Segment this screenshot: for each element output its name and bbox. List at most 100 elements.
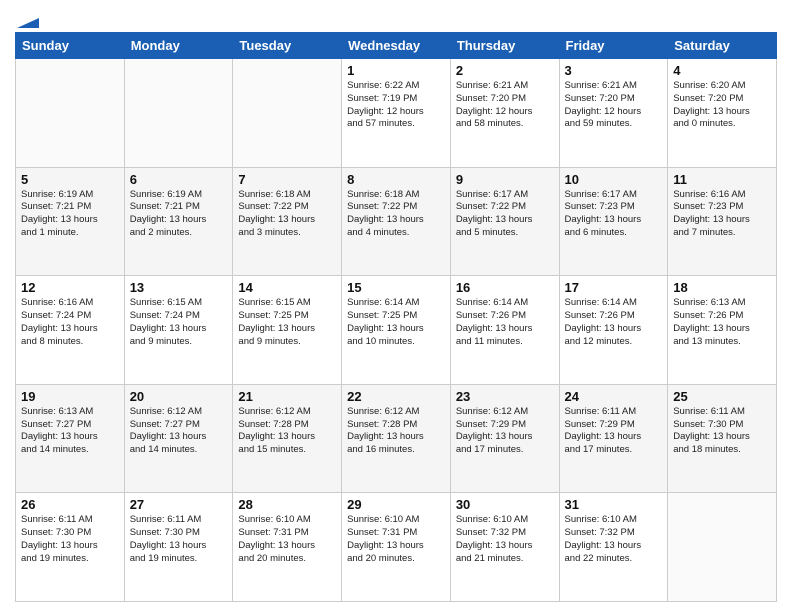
calendar-cell: 4 Sunrise: 6:20 AMSunset: 7:20 PMDaylight… [668,59,777,168]
calendar-cell [233,59,342,168]
calendar-cell: 8 Sunrise: 6:18 AMSunset: 7:22 PMDaylight… [342,167,451,276]
calendar-cell: 12 Sunrise: 6:16 AMSunset: 7:24 PMDayligh… [16,276,125,385]
calendar-cell: 16 Sunrise: 6:14 AMSunset: 7:26 PMDayligh… [450,276,559,385]
calendar-cell: 20 Sunrise: 6:12 AMSunset: 7:27 PMDayligh… [124,384,233,493]
day-number: 1 [347,63,445,78]
calendar-header-saturday: Saturday [668,33,777,59]
day-info: Sunrise: 6:14 AMSunset: 7:26 PMDaylight:… [456,297,554,348]
day-number: 8 [347,172,445,187]
calendar-cell: 26 Sunrise: 6:11 AMSunset: 7:30 PMDayligh… [16,493,125,602]
day-info: Sunrise: 6:12 AMSunset: 7:28 PMDaylight:… [347,406,445,457]
day-number: 18 [673,280,771,295]
day-info: Sunrise: 6:12 AMSunset: 7:27 PMDaylight:… [130,406,228,457]
day-info: Sunrise: 6:14 AMSunset: 7:26 PMDaylight:… [565,297,663,348]
calendar-header-sunday: Sunday [16,33,125,59]
calendar-cell: 9 Sunrise: 6:17 AMSunset: 7:22 PMDaylight… [450,167,559,276]
day-number: 29 [347,497,445,512]
day-number: 10 [565,172,663,187]
calendar-week-5: 26 Sunrise: 6:11 AMSunset: 7:30 PMDayligh… [16,493,777,602]
day-info: Sunrise: 6:11 AMSunset: 7:29 PMDaylight:… [565,406,663,457]
calendar-table: SundayMondayTuesdayWednesdayThursdayFrid… [15,32,777,602]
logo [15,10,39,24]
day-number: 4 [673,63,771,78]
day-info: Sunrise: 6:13 AMSunset: 7:27 PMDaylight:… [21,406,119,457]
day-info: Sunrise: 6:16 AMSunset: 7:24 PMDaylight:… [21,297,119,348]
day-number: 17 [565,280,663,295]
day-number: 2 [456,63,554,78]
calendar-week-1: 1 Sunrise: 6:22 AMSunset: 7:19 PMDaylight… [16,59,777,168]
calendar-cell: 2 Sunrise: 6:21 AMSunset: 7:20 PMDaylight… [450,59,559,168]
calendar-cell: 14 Sunrise: 6:15 AMSunset: 7:25 PMDayligh… [233,276,342,385]
calendar-cell: 27 Sunrise: 6:11 AMSunset: 7:30 PMDayligh… [124,493,233,602]
calendar-week-4: 19Sunrise: 6:13 AMSunset: 7:27 PMDayligh… [16,384,777,493]
calendar-cell: 25 Sunrise: 6:11 AMSunset: 7:30 PMDayligh… [668,384,777,493]
day-number: 13 [130,280,228,295]
calendar-cell: 7 Sunrise: 6:18 AMSunset: 7:22 PMDaylight… [233,167,342,276]
day-number: 23 [456,389,554,404]
day-number: 27 [130,497,228,512]
day-info: Sunrise: 6:17 AMSunset: 7:22 PMDaylight:… [456,189,554,240]
calendar-cell: 22 Sunrise: 6:12 AMSunset: 7:28 PMDayligh… [342,384,451,493]
day-info: Sunrise: 6:17 AMSunset: 7:23 PMDaylight:… [565,189,663,240]
day-info: Sunrise: 6:19 AMSunset: 7:21 PMDaylight:… [21,189,119,240]
calendar-cell [124,59,233,168]
day-info: Sunrise: 6:15 AMSunset: 7:25 PMDaylight:… [238,297,336,348]
day-info: Sunrise: 6:16 AMSunset: 7:23 PMDaylight:… [673,189,771,240]
day-number: 30 [456,497,554,512]
page: SundayMondayTuesdayWednesdayThursdayFrid… [0,0,792,612]
calendar-cell: 5Sunrise: 6:19 AMSunset: 7:21 PMDaylight… [16,167,125,276]
calendar-header-friday: Friday [559,33,668,59]
calendar-week-3: 12 Sunrise: 6:16 AMSunset: 7:24 PMDayligh… [16,276,777,385]
day-info: Sunrise: 6:14 AMSunset: 7:25 PMDaylight:… [347,297,445,348]
logo-icon [17,10,39,28]
day-info: Sunrise: 6:10 AMSunset: 7:32 PMDaylight:… [565,514,663,565]
day-number: 11 [673,172,771,187]
day-number: 12 [21,280,119,295]
day-info: Sunrise: 6:11 AMSunset: 7:30 PMDaylight:… [21,514,119,565]
day-info: Sunrise: 6:11 AMSunset: 7:30 PMDaylight:… [130,514,228,565]
day-info: Sunrise: 6:12 AMSunset: 7:29 PMDaylight:… [456,406,554,457]
day-number: 24 [565,389,663,404]
day-info: Sunrise: 6:19 AMSunset: 7:21 PMDaylight:… [130,189,228,240]
day-number: 20 [130,389,228,404]
day-number: 25 [673,389,771,404]
day-info: Sunrise: 6:12 AMSunset: 7:28 PMDaylight:… [238,406,336,457]
day-number: 15 [347,280,445,295]
calendar-cell: 15 Sunrise: 6:14 AMSunset: 7:25 PMDayligh… [342,276,451,385]
calendar-cell: 29Sunrise: 6:10 AMSunset: 7:31 PMDayligh… [342,493,451,602]
day-info: Sunrise: 6:18 AMSunset: 7:22 PMDaylight:… [347,189,445,240]
day-info: Sunrise: 6:18 AMSunset: 7:22 PMDaylight:… [238,189,336,240]
calendar-cell: 21 Sunrise: 6:12 AMSunset: 7:28 PMDayligh… [233,384,342,493]
calendar-cell: 24 Sunrise: 6:11 AMSunset: 7:29 PMDayligh… [559,384,668,493]
day-number: 28 [238,497,336,512]
day-number: 21 [238,389,336,404]
header [15,10,777,24]
day-info: Sunrise: 6:20 AMSunset: 7:20 PMDaylight:… [673,80,771,131]
calendar-cell: 19Sunrise: 6:13 AMSunset: 7:27 PMDayligh… [16,384,125,493]
day-info: Sunrise: 6:21 AMSunset: 7:20 PMDaylight:… [456,80,554,131]
day-info: Sunrise: 6:11 AMSunset: 7:30 PMDaylight:… [673,406,771,457]
calendar-header-monday: Monday [124,33,233,59]
calendar-cell: 1 Sunrise: 6:22 AMSunset: 7:19 PMDaylight… [342,59,451,168]
day-number: 9 [456,172,554,187]
day-number: 6 [130,172,228,187]
day-info: Sunrise: 6:22 AMSunset: 7:19 PMDaylight:… [347,80,445,131]
calendar-cell: 18 Sunrise: 6:13 AMSunset: 7:26 PMDayligh… [668,276,777,385]
day-number: 26 [21,497,119,512]
day-info: Sunrise: 6:10 AMSunset: 7:32 PMDaylight:… [456,514,554,565]
calendar-cell: 31 Sunrise: 6:10 AMSunset: 7:32 PMDayligh… [559,493,668,602]
day-number: 16 [456,280,554,295]
calendar-cell [16,59,125,168]
day-info: Sunrise: 6:10 AMSunset: 7:31 PMDaylight:… [238,514,336,565]
day-number: 14 [238,280,336,295]
calendar-header-thursday: Thursday [450,33,559,59]
calendar-header-wednesday: Wednesday [342,33,451,59]
day-number: 22 [347,389,445,404]
calendar-cell: 17 Sunrise: 6:14 AMSunset: 7:26 PMDayligh… [559,276,668,385]
calendar-cell: 10 Sunrise: 6:17 AMSunset: 7:23 PMDayligh… [559,167,668,276]
day-number: 7 [238,172,336,187]
day-info: Sunrise: 6:13 AMSunset: 7:26 PMDaylight:… [673,297,771,348]
calendar-cell: 13Sunrise: 6:15 AMSunset: 7:24 PMDayligh… [124,276,233,385]
calendar-cell: 3Sunrise: 6:21 AMSunset: 7:20 PMDaylight… [559,59,668,168]
day-number: 31 [565,497,663,512]
